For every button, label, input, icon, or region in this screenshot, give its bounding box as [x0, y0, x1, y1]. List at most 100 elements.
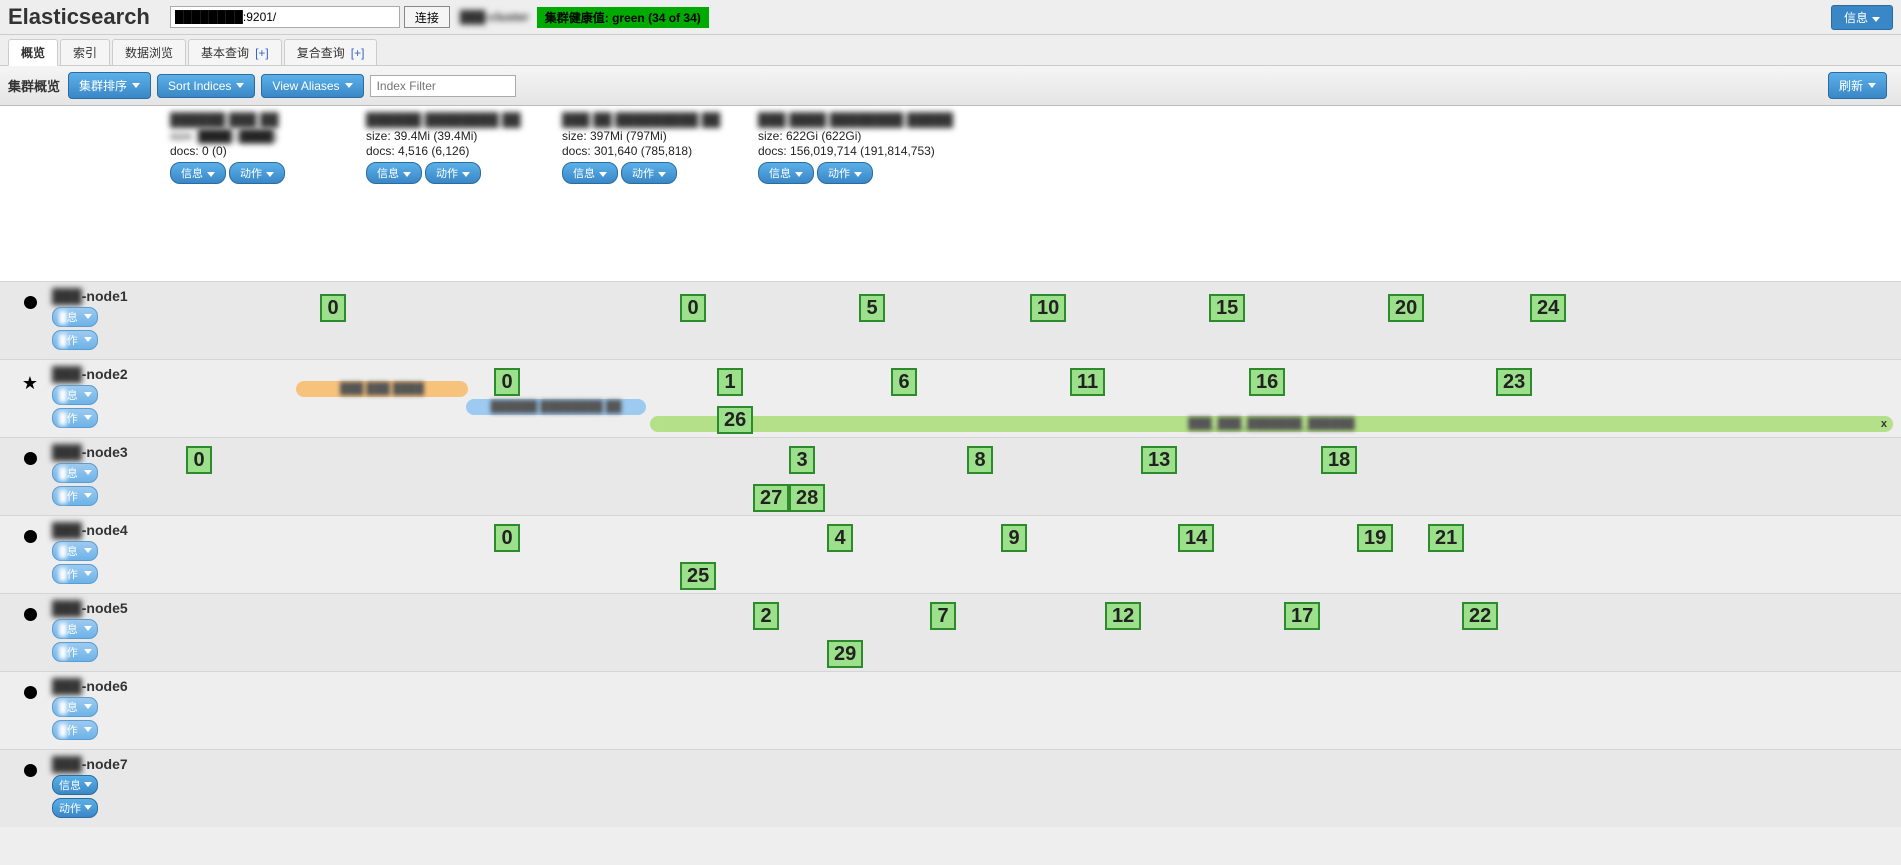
- info-pill-button[interactable]: 信息: [758, 162, 814, 184]
- shard-box[interactable]: 11: [1070, 368, 1105, 396]
- node-name[interactable]: ███-node4: [52, 522, 162, 538]
- index-size: size: 39.4Mi (39.4Mi): [366, 129, 556, 143]
- shard-box[interactable]: 16: [1249, 368, 1285, 396]
- shard-box[interactable]: 8: [967, 446, 993, 474]
- node-dot-icon: [24, 530, 37, 543]
- shard-box[interactable]: 17: [1284, 602, 1320, 630]
- node-row: ███-node7 信息动作: [0, 749, 1901, 827]
- tab-概览[interactable]: 概览: [8, 39, 58, 66]
- node-info-pill[interactable]: █息: [52, 307, 98, 327]
- shard-box[interactable]: 10: [1030, 294, 1066, 322]
- tab-复合查询[interactable]: 复合查询[+]: [284, 39, 378, 65]
- action-pill-button[interactable]: 动作: [425, 162, 481, 184]
- action-pill-button[interactable]: 动作: [621, 162, 677, 184]
- node-name[interactable]: ███-node7: [52, 756, 162, 772]
- shard-box[interactable]: 0: [186, 446, 212, 474]
- connect-button[interactable]: 连接: [404, 6, 450, 28]
- header-bar: Elasticsearch 连接 ███-cluster 集群健康值: gree…: [0, 0, 1901, 35]
- node-info-pill[interactable]: █息: [52, 463, 98, 483]
- node-info-pill[interactable]: █息: [52, 697, 98, 717]
- node-name[interactable]: ███-node2: [52, 366, 162, 382]
- node-action-pill[interactable]: █作: [52, 642, 98, 662]
- caret-down-icon: [84, 470, 92, 475]
- node-icon-cell: [8, 522, 52, 543]
- sort-cluster-button[interactable]: 集群排序: [68, 72, 151, 99]
- index-filter-input[interactable]: [370, 75, 516, 97]
- caret-down-icon: [84, 704, 92, 709]
- node-action-pill[interactable]: █作: [52, 720, 98, 740]
- shard-box[interactable]: 4: [827, 524, 853, 552]
- info-pill-button[interactable]: 信息: [170, 162, 226, 184]
- shard-box[interactable]: 22: [1462, 602, 1498, 630]
- shard-box[interactable]: 3: [789, 446, 815, 474]
- index-docs: docs: 156,019,714 (191,814,753): [758, 144, 978, 158]
- shard-box[interactable]: 6: [891, 368, 917, 396]
- connection-input[interactable]: [170, 6, 400, 28]
- shard-box[interactable]: 21: [1428, 524, 1464, 552]
- shard-box[interactable]: 0: [494, 368, 520, 396]
- add-tab-icon[interactable]: [+]: [351, 46, 365, 60]
- index-size: size: 622Gi (622Gi): [758, 129, 978, 143]
- index-name[interactable]: ███ ████ ████████ █████: [758, 112, 978, 127]
- shard-box[interactable]: 20: [1388, 294, 1424, 322]
- tab-索引[interactable]: 索引: [60, 39, 110, 65]
- node-action-pill[interactable]: █作: [52, 408, 98, 428]
- index-docs: docs: 301,640 (785,818): [562, 144, 752, 158]
- shard-box[interactable]: 12: [1105, 602, 1141, 630]
- shard-box[interactable]: 0: [494, 524, 520, 552]
- indices-row: ██████ ███ ██size: ████ (████)docs: 0 (0…: [0, 106, 1901, 226]
- shard-box[interactable]: 7: [930, 602, 956, 630]
- add-tab-icon[interactable]: [+]: [255, 46, 269, 60]
- node-info-pill[interactable]: █息: [52, 541, 98, 561]
- shard-box[interactable]: 27: [753, 484, 789, 512]
- view-aliases-button[interactable]: View Aliases: [261, 74, 363, 98]
- index-name[interactable]: ███ ██ █████████ ██: [562, 112, 752, 127]
- index-name[interactable]: ██████ ████████ ██: [366, 112, 556, 127]
- shard-box[interactable]: 5: [859, 294, 885, 322]
- shard-box[interactable]: 25: [680, 562, 716, 590]
- node-name[interactable]: ███-node1: [52, 288, 162, 304]
- shard-box[interactable]: 1: [717, 368, 743, 396]
- shard-box[interactable]: 23: [1496, 368, 1532, 396]
- node-row: ███-node4 █息 █作 0 4 9 14 19 21 25: [0, 515, 1901, 593]
- shard-box[interactable]: 0: [680, 294, 706, 322]
- caret-down-icon: [462, 172, 470, 177]
- node-name[interactable]: ███-node5: [52, 600, 162, 616]
- node-name[interactable]: ███-node3: [52, 444, 162, 460]
- tab-基本查询[interactable]: 基本查询[+]: [188, 39, 282, 65]
- node-action-pill[interactable]: █作: [52, 330, 98, 350]
- info-pill-button[interactable]: 信息: [366, 162, 422, 184]
- index-card: ███ ██ █████████ ██size: 397Mi (797Mi)do…: [562, 112, 752, 226]
- shard-box[interactable]: 26: [717, 406, 753, 434]
- node-action-pill[interactable]: 动作: [52, 798, 98, 818]
- shard-box[interactable]: 9: [1001, 524, 1027, 552]
- shard-box[interactable]: 13: [1141, 446, 1177, 474]
- nodes-list: ███-node1█息█作00510152024★███-node2█息█作01…: [0, 281, 1901, 827]
- caret-down-icon: [599, 172, 607, 177]
- info-pill-button[interactable]: 信息: [562, 162, 618, 184]
- node-info-pill[interactable]: 信息: [52, 775, 98, 795]
- info-dropdown-button[interactable]: 信息: [1831, 5, 1893, 30]
- tab-数据浏览[interactable]: 数据浏览: [112, 39, 186, 65]
- node-action-pill[interactable]: █作: [52, 486, 98, 506]
- index-name[interactable]: ██████ ███ ██: [170, 112, 360, 127]
- master-star-icon: ★: [22, 374, 38, 392]
- shard-box[interactable]: 15: [1209, 294, 1245, 322]
- shard-box[interactable]: 29: [827, 640, 863, 668]
- shard-box[interactable]: 14: [1178, 524, 1214, 552]
- sort-indices-button[interactable]: Sort Indices: [157, 74, 255, 98]
- node-info-pill[interactable]: █息: [52, 619, 98, 639]
- node-info-cell: ███-node5 █息 █作: [52, 600, 162, 665]
- shard-box[interactable]: 0: [320, 294, 346, 322]
- shard-box[interactable]: 28: [789, 484, 825, 512]
- shard-box[interactable]: 18: [1321, 446, 1357, 474]
- node-action-pill[interactable]: █作: [52, 564, 98, 584]
- shard-box[interactable]: 2: [753, 602, 779, 630]
- action-pill-button[interactable]: 动作: [229, 162, 285, 184]
- action-pill-button[interactable]: 动作: [817, 162, 873, 184]
- shard-box[interactable]: 19: [1357, 524, 1393, 552]
- refresh-button[interactable]: 刷新: [1828, 72, 1887, 99]
- node-name[interactable]: ███-node6: [52, 678, 162, 694]
- node-info-pill[interactable]: █息: [52, 385, 98, 405]
- shard-box[interactable]: 24: [1530, 294, 1566, 322]
